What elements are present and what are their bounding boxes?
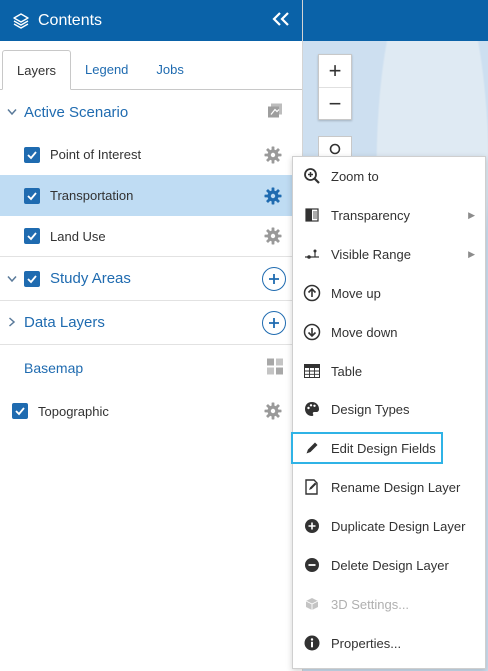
scenario-switch-button[interactable] xyxy=(266,102,284,123)
zoom-out-button[interactable]: − xyxy=(319,87,351,119)
palette-icon xyxy=(303,400,321,418)
gear-icon[interactable] xyxy=(264,146,282,164)
menu-item-label: Design Types xyxy=(331,401,410,417)
chevron-down-icon[interactable] xyxy=(0,105,24,119)
menu-item-table[interactable]: Table xyxy=(293,357,485,385)
delete-icon xyxy=(303,556,321,574)
check-icon xyxy=(27,274,37,283)
plus-icon xyxy=(269,317,279,328)
active-scenario-title: Active Scenario xyxy=(24,103,129,121)
layer-label: Transportation xyxy=(50,188,134,203)
layer-context-menu: Zoom to Transparency ▶ Visible Range ▶ M… xyxy=(291,156,486,669)
gear-icon[interactable] xyxy=(264,227,282,245)
tab-jobs[interactable]: Jobs xyxy=(142,49,197,89)
basemap-group[interactable]: Basemap xyxy=(0,345,302,391)
menu-item-move-down[interactable]: Move down xyxy=(293,318,485,346)
basemap-layer-topographic[interactable]: Topographic xyxy=(0,391,302,431)
menu-item-delete-design-layer[interactable]: Delete Design Layer xyxy=(293,551,485,579)
study-areas-checkbox[interactable] xyxy=(24,270,40,287)
check-icon xyxy=(27,191,37,200)
active-scenario-group[interactable]: Active Scenario xyxy=(0,90,302,134)
move-up-icon xyxy=(303,284,321,302)
info-icon xyxy=(303,634,321,652)
add-study-area-button[interactable] xyxy=(262,266,286,291)
study-areas-group[interactable]: Study Areas xyxy=(0,257,302,301)
menu-item-label: Move down xyxy=(331,324,398,340)
layer-row-point-of-interest[interactable]: Point of Interest xyxy=(0,134,302,175)
check-icon xyxy=(27,150,37,159)
layer-label: Point of Interest xyxy=(50,147,142,162)
layers-icon xyxy=(13,12,29,29)
menu-item-label: Transparency xyxy=(331,207,410,223)
collapse-panel-button[interactable] xyxy=(272,9,290,32)
add-data-layer-button[interactable] xyxy=(262,310,286,335)
layer-checkbox[interactable] xyxy=(24,146,40,163)
transparency-icon xyxy=(303,206,321,224)
layer-row-land-use[interactable]: Land Use xyxy=(0,216,302,257)
contents-panel: Contents Layers Legend Jobs Active Scena… xyxy=(0,0,303,671)
menu-item-3d-settings[interactable]: 3D Settings... xyxy=(293,590,485,618)
layer-checkbox[interactable] xyxy=(24,228,40,244)
layer-label: Land Use xyxy=(50,228,106,244)
duplicate-icon xyxy=(303,517,321,535)
menu-item-properties[interactable]: Properties... xyxy=(293,629,485,657)
zoom-controls: + − xyxy=(318,54,352,120)
menu-item-label: Zoom to xyxy=(331,168,379,184)
menu-item-label: Properties... xyxy=(331,635,402,651)
menu-item-label: 3D Settings... xyxy=(331,596,410,612)
move-down-icon xyxy=(303,323,321,341)
study-areas-title: Study Areas xyxy=(50,270,131,287)
visible-range-icon xyxy=(303,245,321,263)
3d-cube-icon xyxy=(303,595,321,613)
layer-row-transportation[interactable]: Transportation xyxy=(0,175,302,216)
basemap-checkbox[interactable] xyxy=(12,403,28,419)
map-top-bar xyxy=(303,0,488,41)
map-search-button[interactable] xyxy=(318,136,352,156)
copy-scenario-icon xyxy=(268,103,282,118)
check-icon xyxy=(27,232,37,241)
gear-icon[interactable] xyxy=(264,187,282,205)
menu-item-move-up[interactable]: Move up xyxy=(293,279,485,307)
basemap-gallery-button[interactable] xyxy=(266,358,284,379)
menu-item-label: Delete Design Layer xyxy=(331,557,449,573)
menu-item-visible-range[interactable]: Visible Range ▶ xyxy=(293,240,485,268)
menu-item-design-types[interactable]: Design Types xyxy=(293,395,485,423)
data-layers-title: Data Layers xyxy=(24,314,105,331)
gear-icon[interactable] xyxy=(264,402,282,420)
basemap-layer-label: Topographic xyxy=(38,403,109,419)
check-icon xyxy=(15,407,25,416)
layer-checkbox[interactable] xyxy=(24,187,40,204)
menu-item-zoom-to[interactable]: Zoom to xyxy=(293,162,485,190)
table-icon xyxy=(303,362,321,380)
plus-icon xyxy=(269,273,279,284)
zoom-in-button[interactable]: + xyxy=(319,55,351,87)
menu-item-duplicate-design-layer[interactable]: Duplicate Design Layer xyxy=(293,512,485,540)
menu-item-label: Duplicate Design Layer xyxy=(331,518,466,534)
menu-item-label: Visible Range xyxy=(331,246,411,262)
double-chevron-left-icon xyxy=(272,12,289,26)
menu-item-edit-design-fields[interactable]: Edit Design Fields xyxy=(291,432,443,464)
tab-bar: Layers Legend Jobs xyxy=(0,41,302,90)
chevron-right-icon[interactable] xyxy=(0,316,24,330)
basemap-title: Basemap xyxy=(24,360,84,376)
menu-item-rename-design-layer[interactable]: Rename Design Layer xyxy=(293,473,485,501)
menu-item-label: Rename Design Layer xyxy=(331,479,461,495)
basemap-gallery-icon xyxy=(267,358,283,375)
search-icon xyxy=(329,143,341,155)
submenu-arrow-icon: ▶ xyxy=(468,209,475,220)
rename-icon xyxy=(303,478,321,496)
menu-item-transparency[interactable]: Transparency ▶ xyxy=(293,201,485,229)
menu-item-label: Edit Design Fields xyxy=(331,440,436,456)
zoom-to-icon xyxy=(303,167,321,185)
data-layers-group[interactable]: Data Layers xyxy=(0,301,302,345)
tab-layers[interactable]: Layers xyxy=(2,50,72,90)
panel-title: Contents xyxy=(38,11,103,29)
menu-item-label: Move up xyxy=(331,285,381,301)
submenu-arrow-icon: ▶ xyxy=(468,248,475,259)
pencil-icon xyxy=(303,439,321,457)
chevron-down-icon[interactable] xyxy=(0,272,24,286)
menu-item-label: Table xyxy=(331,363,363,379)
tab-legend[interactable]: Legend xyxy=(71,49,142,89)
contents-header: Contents xyxy=(0,0,302,41)
